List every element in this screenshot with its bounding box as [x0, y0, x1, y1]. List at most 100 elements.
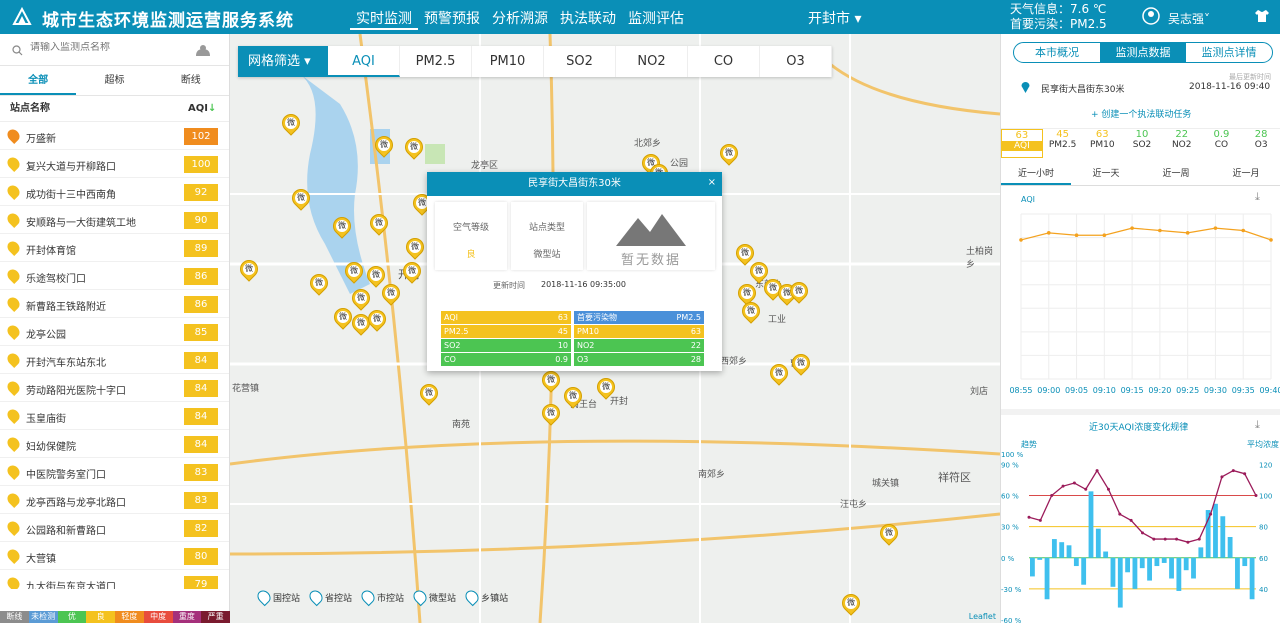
pollutant-value: 63 [690, 327, 701, 336]
station-row[interactable]: 安顺路与一大街建筑工地 90 [0, 206, 229, 234]
station-row[interactable]: 龙亭公园 85 [0, 318, 229, 346]
search-input[interactable] [30, 42, 180, 53]
pollutant-item[interactable]: 63 PM10 [1082, 129, 1122, 158]
station-popup: 民享街大昌街东30米 × 空气等级 良 站点类型 微型站 暂无数据 更新时间 2… [427, 172, 722, 371]
weather-info: 天气信息：7.6 ℃ 首要污染：PM2.5 [1010, 2, 1107, 32]
air-grade-card: 空气等级 良 [435, 202, 507, 270]
tab-last-week[interactable]: 近一周 [1141, 164, 1211, 185]
theme-icon[interactable] [1254, 9, 1270, 23]
legend-item: 断线 [0, 611, 29, 623]
leaflet-attribution[interactable]: Leaflet [969, 612, 996, 621]
aqi-point [1241, 228, 1246, 233]
tab-offline[interactable]: 断线 [153, 66, 229, 95]
micro-station-icon [410, 587, 430, 607]
legend-city[interactable]: 市控站 [358, 587, 404, 607]
station-row[interactable]: 万盛新 102 [0, 122, 229, 150]
list-header: 站点名称 AQI↓ [0, 96, 229, 122]
download-icon[interactable]: ⤓ [1255, 190, 1260, 204]
station-row[interactable]: 复兴大道与开柳路口 100 [0, 150, 229, 178]
user-menu[interactable]: 吴志强˅ [1168, 10, 1210, 27]
legend-micro[interactable]: 微型站 [410, 587, 456, 607]
grid-filter-button[interactable]: 网格筛选 ▾ [238, 46, 328, 77]
pollutant-item[interactable]: 22 NO2 [1162, 129, 1202, 158]
station-row[interactable]: 成功街十三中西南角 92 [0, 178, 229, 206]
pollutant-name: AQI [1002, 141, 1042, 151]
user-name: 吴志强 [1168, 12, 1205, 26]
tab-pm25[interactable]: PM2.5 [400, 46, 472, 77]
pollutant-item[interactable]: 45 PM2.5 [1043, 129, 1083, 158]
avg-point [1243, 472, 1247, 476]
tab-pm10[interactable]: PM10 [472, 46, 544, 77]
pollutant-item[interactable]: 63 AQI [1001, 129, 1043, 158]
station-row[interactable]: 乐途驾校门口 86 [0, 262, 229, 290]
road [230, 439, 1000, 466]
station-name: 九大街与东京大道口 [26, 582, 116, 589]
nav-forecast[interactable]: 预警预报 [418, 8, 486, 30]
trend-bar [1117, 557, 1123, 608]
station-row[interactable]: 龙亭西路与龙亭北路口 83 [0, 486, 229, 514]
tab-all[interactable]: 全部 [0, 66, 77, 95]
legend-national[interactable]: 国控站 [254, 587, 300, 607]
x-tick-label: 09:10 [1093, 386, 1116, 395]
nav-realtime[interactable]: 实时监测 [350, 8, 418, 30]
y2-tick-label: 100 [1259, 493, 1272, 501]
tab-last-day[interactable]: 近一天 [1071, 164, 1141, 185]
col-aqi-sort[interactable]: AQI↓ [188, 96, 216, 122]
station-name: 大营镇 [26, 554, 56, 565]
trend-bar [1198, 547, 1204, 558]
tab-station-data[interactable]: 监测点数据 [1100, 43, 1186, 62]
city-select[interactable]: 开封市 ▾ [808, 8, 861, 28]
station-row[interactable]: 玉皇庙街 84 [0, 402, 229, 430]
station-type-card: 站点类型 微型站 [511, 202, 583, 270]
station-name: 劳动路阳光医院十字口 [26, 386, 126, 397]
station-row[interactable]: 开封体育馆 89 [0, 234, 229, 262]
park-area [425, 144, 445, 164]
pollutant-item[interactable]: 28 O3 [1241, 129, 1280, 158]
station-row[interactable]: 九大街与东京大道口 79 [0, 570, 229, 589]
pollutant-value: 22 [1175, 129, 1189, 140]
station-marker-glyph: 微 [348, 265, 360, 277]
road [358, 34, 422, 623]
tab-co[interactable]: CO [688, 46, 760, 77]
y2-tick-label: 120 [1259, 461, 1272, 469]
locate-icon[interactable] [194, 43, 212, 57]
tab-exceeded[interactable]: 超标 [76, 66, 152, 95]
nav-assessment[interactable]: 监测评估 [622, 8, 690, 30]
tab-station-detail[interactable]: 监测点详情 [1186, 43, 1272, 62]
pollutant-cell: AQI 63 [441, 311, 571, 324]
tab-so2[interactable]: SO2 [544, 46, 616, 77]
legend-provincial[interactable]: 省控站 [306, 587, 352, 607]
pollutant-item[interactable]: 10 SO2 [1122, 129, 1162, 158]
map-label: 公园 [670, 159, 689, 169]
tab-last-hour[interactable]: 近一小时 [1001, 164, 1071, 185]
create-task-link[interactable]: + 创建一个执法联动任务 [1091, 107, 1191, 120]
tab-aqi[interactable]: AQI [328, 46, 400, 77]
station-marker-glyph: 微 [773, 367, 785, 379]
filter-tabs: 全部 超标 断线 [0, 66, 229, 96]
pollutant-value: 45 [557, 327, 568, 336]
legend-town[interactable]: 乡镇站 [462, 587, 508, 607]
map-area[interactable]: 网格筛选 ▾ AQI PM2.5 PM10 SO2 NO2 CO O3 龙亭区 … [230, 34, 1000, 623]
station-marker-glyph: 微 [355, 317, 367, 329]
station-row[interactable]: 大营镇 80 [0, 542, 229, 570]
map-legend: 国控站 省控站 市控站 微型站 乡镇站 [254, 587, 508, 607]
map-label: 城关镇 [872, 479, 900, 489]
tab-city-overview[interactable]: 本市概况 [1014, 43, 1100, 62]
nav-enforcement[interactable]: 执法联动 [554, 8, 622, 30]
tab-no2[interactable]: NO2 [616, 46, 688, 77]
close-icon[interactable]: × [708, 177, 716, 188]
search-bar [0, 34, 229, 66]
tab-last-month[interactable]: 近一月 [1211, 164, 1280, 185]
pollutant-item[interactable]: 0.9 CO [1202, 129, 1242, 158]
station-row[interactable]: 开封汽车东站东北 84 [0, 346, 229, 374]
station-row[interactable]: 妇幼保健院 84 [0, 430, 229, 458]
avg-point [1209, 512, 1213, 516]
station-row[interactable]: 新曹路王铁路附近 86 [0, 290, 229, 318]
nav-analysis[interactable]: 分析溯源 [486, 8, 554, 30]
station-row[interactable]: 公园路和新曹路口 82 [0, 514, 229, 542]
download-icon[interactable]: ⤓ [1255, 418, 1260, 432]
tab-o3[interactable]: O3 [760, 46, 832, 77]
station-row[interactable]: 劳动路阳光医院十字口 84 [0, 374, 229, 402]
station-row[interactable]: 中医院警务室门口 83 [0, 458, 229, 486]
trend-bar [1154, 557, 1160, 567]
